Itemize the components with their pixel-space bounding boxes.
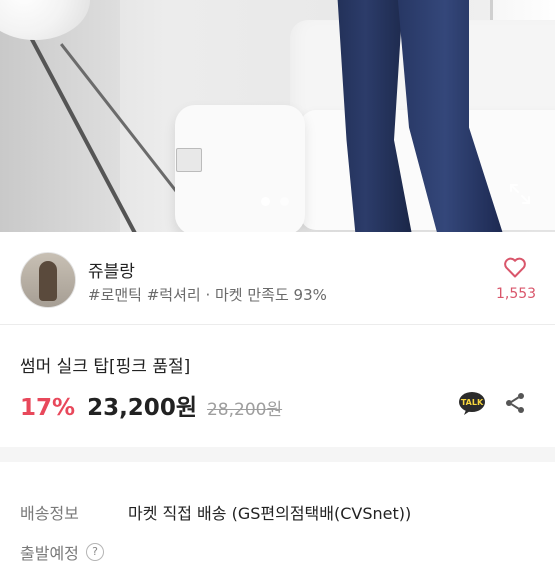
shipping-label: 배송정보: [20, 504, 79, 523]
shipping-value: 마켓 직접 배송 (GS편의점택배(CVSnet)): [128, 504, 412, 523]
heart-icon[interactable]: [503, 256, 527, 278]
seller-avatar[interactable]: [20, 252, 76, 308]
like-count: 1,553: [496, 286, 537, 302]
pagination-dot-1[interactable]: [261, 197, 270, 206]
seller-name[interactable]: 쥬블랑: [88, 257, 135, 282]
talk-label: TALK: [461, 398, 484, 407]
pagination-dot-2[interactable]: [280, 197, 289, 206]
product-title: 썸머 실크 탑[핑크 품절]: [20, 357, 191, 377]
photo-outlet: [176, 148, 202, 172]
price-row: 17% 23,200원 28,200원: [20, 388, 282, 422]
image-pagination[interactable]: [261, 197, 289, 206]
discount-rate: 17%: [20, 395, 76, 421]
help-icon[interactable]: ?: [86, 543, 104, 561]
share-icon[interactable]: [503, 391, 527, 415]
expand-icon[interactable]: [508, 182, 532, 206]
divider: [0, 324, 555, 325]
product-image[interactable]: [0, 0, 555, 232]
departure-label: 출발예정: [20, 544, 79, 563]
talk-icon[interactable]: TALK: [458, 391, 486, 415]
sale-price: 23,200원: [87, 395, 197, 421]
section-divider: [0, 447, 555, 462]
seller-section[interactable]: 쥬블랑 #로맨틱 #럭셔리 · 마켓 만족도 93% 1,553: [0, 232, 555, 324]
seller-tags: #로맨틱 #럭셔리 · 마켓 만족도 93%: [88, 286, 327, 304]
original-price: 28,200원: [206, 400, 283, 420]
